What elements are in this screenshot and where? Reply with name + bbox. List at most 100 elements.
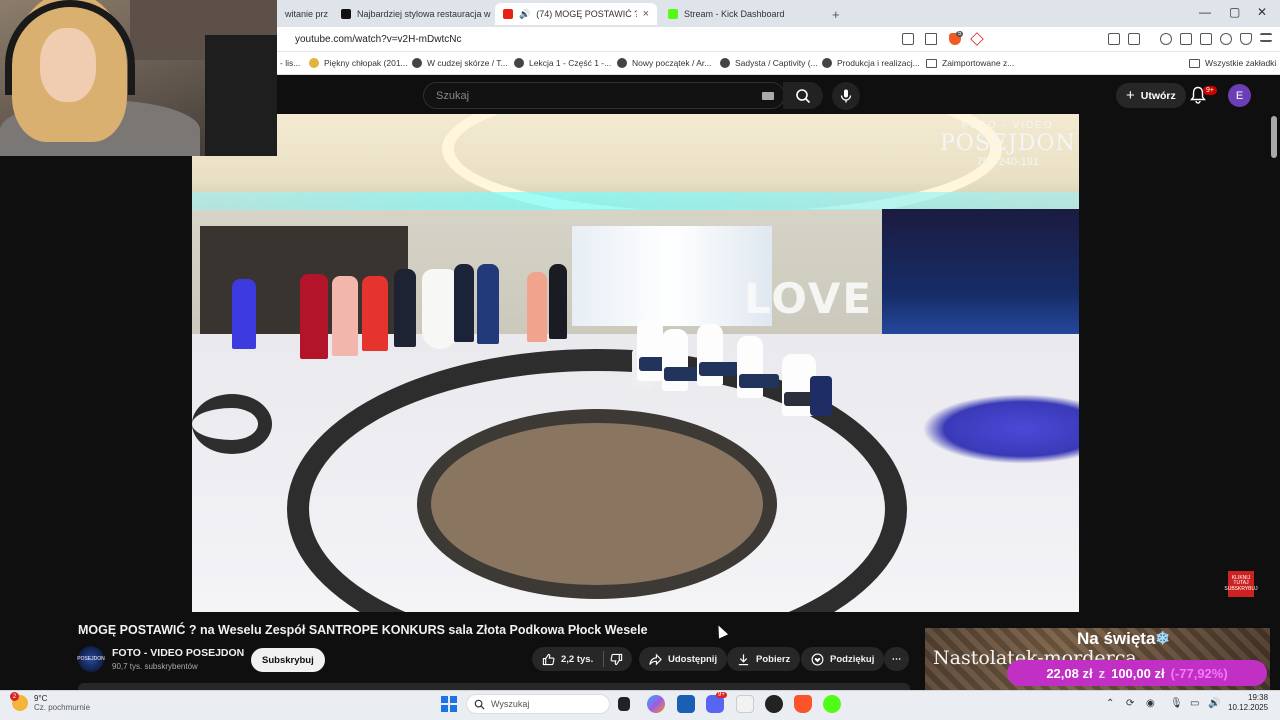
like-count[interactable]: 2,2 tys.	[561, 654, 593, 665]
thanks-icon	[811, 653, 824, 665]
file-explorer-icon[interactable]	[736, 695, 754, 713]
search-input[interactable]: Szukaj	[423, 82, 785, 109]
bookmark-item[interactable]: Lekcja 1 - Część 1 -...	[514, 58, 611, 68]
voice-search-button[interactable]	[832, 82, 860, 110]
like-dislike-group: 2,2 tys.	[532, 647, 632, 671]
search-icon	[796, 88, 811, 103]
mic-tray-icon[interactable]: 🎙	[1170, 698, 1183, 709]
bookmark-label: Zaimportowane z...	[942, 58, 1015, 68]
keyboard-icon[interactable]	[762, 92, 774, 100]
close-tab-icon[interactable]: ×	[643, 8, 649, 20]
tray-expand-icon[interactable]: ⌃	[1106, 698, 1114, 709]
microphone-icon	[840, 89, 852, 103]
channel-subscribers: 90,7 tys. subskrybentów	[112, 662, 198, 671]
copilot-icon[interactable]	[647, 695, 665, 713]
menu-icon[interactable]	[1260, 33, 1272, 42]
contestant	[637, 319, 679, 381]
more-icon: ⋯	[891, 653, 902, 665]
bookmark-item[interactable]: Sadysta / Captivity (...	[720, 58, 818, 68]
brave-rewards-icon[interactable]	[970, 32, 984, 46]
taskbar-search[interactable]: Wyszukaj	[466, 694, 610, 714]
share-button[interactable]: Udostępnij	[639, 647, 728, 671]
tab-label: witanie prz	[285, 9, 329, 19]
tab-kick-dashboard[interactable]: Stream - Kick Dashboard	[660, 3, 820, 25]
sync-icon[interactable]: ⟳	[1126, 698, 1134, 709]
screenshot-icon[interactable]	[1128, 33, 1140, 45]
weather-desc: Cz. pochmurnie	[34, 703, 91, 712]
bookmark-folder[interactable]: Zaimportowane z...	[926, 58, 1014, 68]
more-actions-button[interactable]: ⋯	[884, 647, 909, 671]
restore-icon[interactable]: ▢	[1229, 5, 1240, 19]
ad-banner[interactable]: Na święta❄ Nastolatek-morderca 22,08 zł …	[925, 628, 1270, 690]
scene-floor-center	[417, 409, 777, 599]
minimize-icon[interactable]: —	[1199, 5, 1211, 19]
thumbs-down-icon[interactable]	[610, 653, 623, 666]
steam-icon[interactable]: ◉	[1146, 698, 1155, 709]
cast-icon[interactable]	[902, 33, 914, 45]
share-page-icon[interactable]	[925, 33, 937, 45]
bookmark-label: Wszystkie zakładki	[1205, 58, 1277, 68]
obs-icon[interactable]	[765, 695, 783, 713]
guest	[362, 276, 388, 351]
network-icon[interactable]: ▭	[1190, 698, 1199, 709]
bookmark-icon	[514, 58, 524, 68]
bookmark-item[interactable]: - lis...	[280, 58, 300, 68]
weather-widget[interactable]: 2 9°C Cz. pochmurnie	[10, 692, 91, 712]
video-subscribe-watermark[interactable]: KLIKNIJ TUTAJ SUBSKRYBUJ	[1224, 571, 1258, 597]
tab-youtube-video[interactable]: 🔊 (74) MOGĘ POSTAWIĆ ? na W ×	[495, 3, 657, 25]
contestant	[697, 324, 739, 386]
plus-icon: +	[1126, 87, 1135, 104]
bookmark-label: W cudzej skórze / T...	[427, 58, 508, 68]
extensions-icon[interactable]	[1108, 33, 1120, 45]
tab-restaurant[interactable]: Najbardziej stylowa restauracja w M	[333, 3, 493, 25]
bookmark-icon	[309, 58, 319, 68]
video-watermark: FOTO - VIDEO POSEJDON 794-240-191	[940, 120, 1076, 168]
download-label: Pobierz	[756, 653, 791, 665]
subscribe-button[interactable]: Subskrybuj	[251, 648, 325, 672]
create-button[interactable]: + Utwórz	[1116, 83, 1186, 108]
vpn-icon[interactable]	[1240, 33, 1252, 45]
kick-app-icon[interactable]	[823, 695, 841, 713]
bookmark-item[interactable]: Produkcja i realizacj...	[822, 58, 920, 68]
task-view-icon[interactable]	[618, 697, 630, 711]
windows-start-icon[interactable]	[441, 696, 457, 712]
download-button[interactable]: Pobierz	[727, 647, 801, 671]
all-bookmarks[interactable]: Wszystkie zakładki	[1189, 58, 1276, 68]
screen: witanie prz Najbardziej stylowa restaura…	[0, 0, 1280, 720]
brave-browser-icon[interactable]	[794, 695, 812, 713]
bride	[422, 269, 458, 349]
media-icon[interactable]	[1160, 33, 1172, 45]
channel-name[interactable]: FOTO - VIDEO POSEJDON	[112, 647, 244, 659]
wallet-icon[interactable]	[1200, 33, 1212, 45]
sidebar-icon[interactable]	[1180, 33, 1192, 45]
bookmark-item[interactable]: Piękny chłopak (201...	[309, 58, 408, 68]
page-scrollbar[interactable]	[1271, 116, 1277, 158]
shield-count-badge: 5	[956, 31, 964, 37]
leo-ai-icon[interactable]	[1220, 33, 1232, 45]
scene-floor-ring-left	[192, 394, 272, 454]
system-clock[interactable]: 19:38 10.12.2025	[1228, 693, 1268, 714]
notification-badge: 9+	[1203, 86, 1217, 95]
volume-icon[interactable]: 🔊	[1208, 698, 1220, 709]
taskbar	[0, 690, 1280, 720]
bookmark-item[interactable]: Nowy początek / Ar...	[617, 58, 711, 68]
new-tab-button[interactable]: +	[824, 3, 848, 25]
badge-line: SUBSKRYBUJ	[1224, 585, 1258, 592]
contestant-legs	[699, 362, 739, 376]
thumbs-up-icon[interactable]	[542, 653, 555, 666]
url-field[interactable]: youtube.com/watch?v=v2H-mDwtcNc	[295, 34, 461, 45]
video-player[interactable]: LOVE FOTO - VIDEO POSEJDON 794-240-191	[192, 114, 1079, 612]
ad-price-sep: z	[1098, 665, 1106, 681]
close-window-icon[interactable]: ✕	[1257, 5, 1267, 19]
search-button[interactable]	[783, 82, 823, 109]
store-icon[interactable]	[677, 695, 695, 713]
bookmark-item[interactable]: W cudzej skórze / T...	[412, 58, 508, 68]
watermark-top: FOTO - VIDEO	[962, 120, 1054, 131]
thanks-button[interactable]: Podziękuj	[801, 647, 885, 671]
ad-price-pill[interactable]: 22,08 zł z 100,00 zł (-77,92%)	[1007, 660, 1267, 686]
guest	[527, 272, 547, 342]
account-avatar[interactable]: E	[1228, 84, 1251, 107]
tab-welcome[interactable]: witanie prz	[277, 3, 333, 25]
bookmark-label: Nowy początek / Ar...	[632, 58, 712, 68]
channel-avatar[interactable]: POSEJDON	[77, 646, 105, 672]
